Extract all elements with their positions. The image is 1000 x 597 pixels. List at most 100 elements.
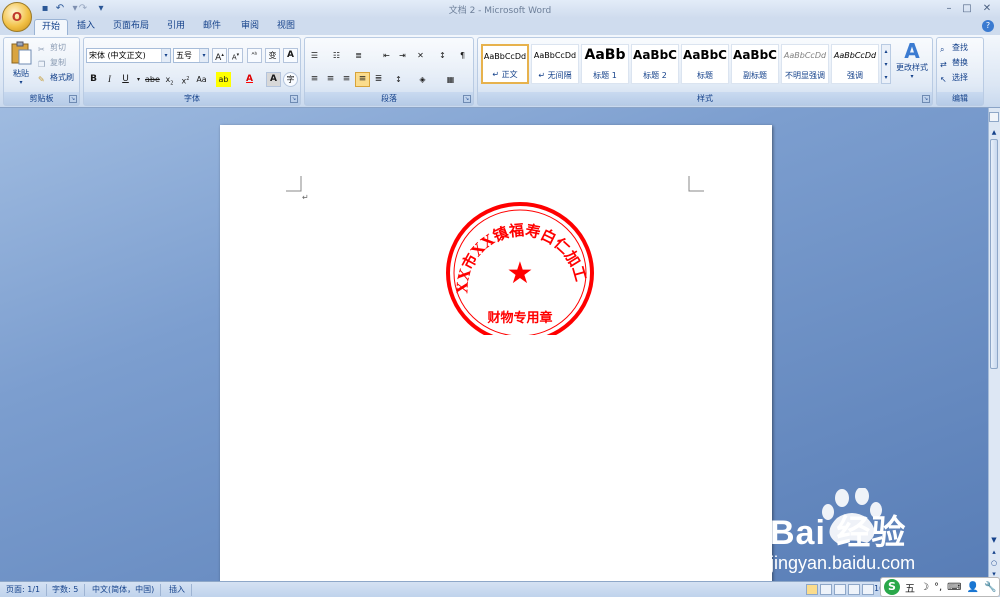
draft-view-icon[interactable] <box>862 584 874 595</box>
shrink-font-button[interactable]: A▾ <box>228 48 243 63</box>
style-heading-2[interactable]: AaBbC 标题 2 <box>631 44 679 84</box>
watermark-url: jingyan.baidu.com <box>770 553 916 573</box>
styles-launcher-icon[interactable]: ↘ <box>922 95 930 103</box>
align-right-button[interactable]: ≡ <box>339 72 354 87</box>
multilevel-list-button[interactable]: ≣ <box>351 48 366 63</box>
minimize-button[interactable]: – <box>940 2 958 15</box>
strikethrough-button[interactable]: abe <box>144 72 160 87</box>
decrease-indent-button[interactable]: ⇤ <box>379 48 394 63</box>
increase-indent-button[interactable]: ⇥ <box>395 48 410 63</box>
redo-icon[interactable]: ↷ <box>76 2 90 15</box>
print-layout-view-icon[interactable] <box>806 584 818 595</box>
styles-scroll[interactable]: ▴ ▾ ▾ <box>881 44 891 84</box>
clipboard-launcher-icon[interactable]: ↘ <box>69 95 77 103</box>
prev-page-icon[interactable]: ▴ <box>989 547 999 558</box>
font-family-select[interactable]: 宋体 (中文正文) ▾ <box>86 48 171 63</box>
word-count-status[interactable]: 字数: 5 <box>46 584 86 596</box>
style-normal[interactable]: AaBbCcDd ↵ 正文 <box>481 44 529 84</box>
language-status[interactable]: 中文(简体，中国) <box>86 584 162 596</box>
scroll-thumb[interactable] <box>990 139 998 369</box>
sort-button[interactable]: ↕ <box>435 48 450 63</box>
font-color-button[interactable]: A <box>242 72 257 87</box>
close-button[interactable]: ✕ <box>978 2 996 15</box>
select-button[interactable]: ↖ 选择 <box>940 71 968 85</box>
show-marks-button[interactable]: ¶ <box>455 48 470 63</box>
scroll-down-icon[interactable]: ▼ <box>989 535 999 546</box>
font-launcher-icon[interactable]: ↘ <box>290 95 298 103</box>
tab-view[interactable]: 视图 <box>270 19 302 35</box>
office-button[interactable]: O <box>2 2 32 32</box>
clear-format-button[interactable]: ᴬᵇ <box>247 48 262 63</box>
superscript-button[interactable]: x2 <box>178 72 193 87</box>
font-size-select[interactable]: 五号 ▾ <box>173 48 209 63</box>
style-title[interactable]: AaBbC 标题 <box>681 44 729 84</box>
enclose-char-button[interactable]: 字 <box>283 72 298 87</box>
style-emphasis[interactable]: AaBbCcDd 强调 <box>831 44 879 84</box>
sogou-logo-icon[interactable]: S <box>884 579 900 595</box>
tab-home[interactable]: 开始 <box>34 19 69 35</box>
chinese-layout-button[interactable]: ✕ <box>413 48 428 63</box>
document-page[interactable]: ↵ XX市XX镇福寿白仁加工厂 ★ 财物专用章 <box>220 125 772 585</box>
replace-label: 替换 <box>952 58 968 67</box>
find-button[interactable]: ⌕ 查找 <box>940 41 968 55</box>
tab-review[interactable]: 审阅 <box>234 19 266 35</box>
undo-icon[interactable]: ↶ <box>53 2 67 15</box>
keyboard-icon[interactable]: ⌨ <box>947 582 961 593</box>
justify-button[interactable]: ≡ <box>355 72 370 87</box>
crop-mark-top-right <box>688 176 704 192</box>
user-icon[interactable]: 👤 <box>967 582 979 593</box>
ime-mode-toggle[interactable]: 五 <box>905 580 915 595</box>
save-icon[interactable]: ▪ <box>38 2 52 15</box>
phonetic-guide-button[interactable]: 变 <box>265 48 280 63</box>
punctuation-icon[interactable]: °, <box>934 582 942 593</box>
customize-icon[interactable]: ▾ <box>94 2 108 15</box>
replace-button[interactable]: ⇄ 替换 <box>940 56 968 70</box>
align-center-button[interactable]: ≡ <box>323 72 338 87</box>
full-screen-view-icon[interactable] <box>820 584 832 595</box>
highlight-icon[interactable]: ab <box>216 72 231 87</box>
style-subtle-emphasis[interactable]: AaBbCcDd 不明显强调 <box>781 44 829 84</box>
web-layout-view-icon[interactable] <box>834 584 846 595</box>
copy-button[interactable]: ❐ 复制 <box>38 56 66 70</box>
change-styles-button[interactable]: A 更改样式 ▾ <box>894 40 930 90</box>
subscript-button[interactable]: x2 <box>162 72 177 87</box>
insert-mode-status[interactable]: 插入 <box>163 584 192 596</box>
shading-button[interactable]: ◈ <box>415 72 430 87</box>
tab-mailings[interactable]: 邮件 <box>196 19 228 35</box>
cut-button[interactable]: ✂ 剪切 <box>38 41 66 55</box>
numbering-button[interactable]: ☷ <box>329 48 344 63</box>
char-border-button[interactable]: A <box>283 48 298 63</box>
align-left-button[interactable]: ≡ <box>307 72 322 87</box>
bullets-button[interactable]: ☰ <box>307 48 322 63</box>
bold-button[interactable]: B <box>86 72 101 87</box>
scroll-up-icon[interactable]: ▲ <box>989 127 999 138</box>
grow-font-button[interactable]: A▴ <box>212 48 227 63</box>
style-no-spacing[interactable]: AaBbCcDd ↵ 无间隔 <box>531 44 579 84</box>
format-painter-button[interactable]: ✎ 格式刷 <box>38 71 74 85</box>
paragraph-launcher-icon[interactable]: ↘ <box>463 95 471 103</box>
help-icon[interactable]: ? <box>982 20 994 32</box>
official-seal[interactable]: XX市XX镇福寿白仁加工厂 ★ 财物专用章 <box>446 201 596 335</box>
tab-insert[interactable]: 插入 <box>70 19 102 35</box>
style-heading-1[interactable]: AaBb 标题 1 <box>581 44 629 84</box>
change-styles-label: 更改样式 <box>896 63 928 72</box>
distribute-button[interactable]: ≣ <box>371 72 386 87</box>
italic-button[interactable]: I <box>102 72 117 87</box>
change-case-button[interactable]: Aa <box>194 72 209 87</box>
style-name: ↵ 无间隔 <box>538 71 572 80</box>
paste-button[interactable]: 粘贴 ▾ <box>7 41 35 91</box>
line-spacing-button[interactable]: ↕ <box>391 72 406 87</box>
style-subtitle[interactable]: AaBbC 副标题 <box>731 44 779 84</box>
maximize-button[interactable]: □ <box>958 2 976 15</box>
char-shading-button[interactable]: A <box>266 72 281 87</box>
borders-button[interactable]: ▦ <box>443 72 458 87</box>
page-count-status[interactable]: 页面: 1/1 <box>0 584 48 596</box>
moon-icon[interactable]: ☽ <box>920 582 929 593</box>
settings-icon[interactable]: 🔧 <box>984 582 996 593</box>
paste-dropdown-icon[interactable]: ▾ <box>7 79 35 86</box>
tab-references[interactable]: 引用 <box>160 19 192 35</box>
tab-page-layout[interactable]: 页面布局 <box>106 19 156 35</box>
browse-object-icon[interactable]: ○ <box>989 558 999 569</box>
ruler-icon[interactable] <box>989 112 999 122</box>
outline-view-icon[interactable] <box>848 584 860 595</box>
